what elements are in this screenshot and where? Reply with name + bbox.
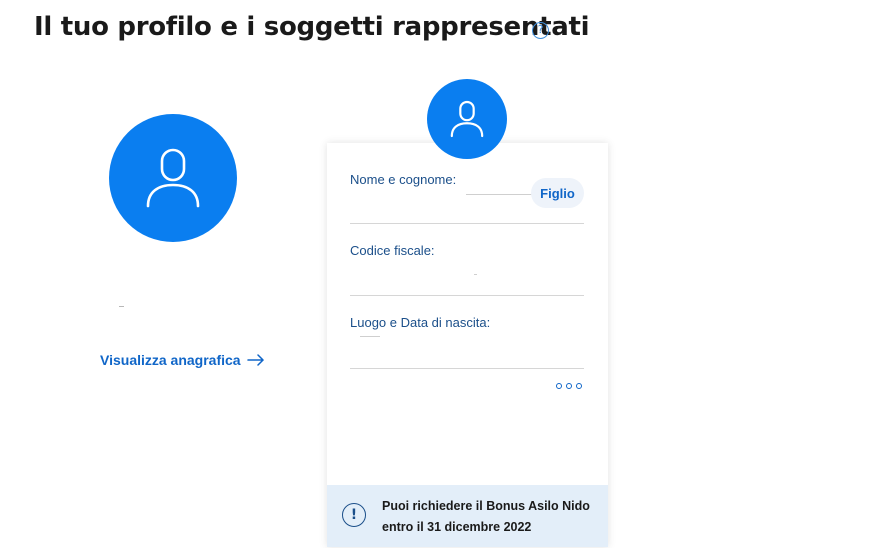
- dot: [566, 383, 572, 389]
- notice-text: Puoi richiedere il Bonus Asilo Nido entr…: [382, 496, 602, 538]
- profile-avatar: [109, 114, 237, 242]
- masked-value: [474, 274, 477, 275]
- represented-avatar: [427, 79, 507, 159]
- exclamation-circle-icon: !: [342, 503, 366, 527]
- field-tax-code: Codice fiscale:: [350, 224, 584, 296]
- user-icon: [146, 148, 200, 208]
- field-name-label: Nome e cognome:: [350, 172, 457, 187]
- masked-value: [360, 336, 380, 337]
- field-birth: Luogo e Data di nascita:: [350, 296, 584, 369]
- notice-line-2: entro il 31 dicembre 2022: [382, 520, 532, 534]
- view-anagrafica-label: Visualizza anagrafica: [100, 352, 241, 368]
- bonus-notice: ! Puoi richiedere il Bonus Asilo Nido en…: [327, 485, 608, 547]
- dot: [556, 383, 562, 389]
- field-tax-code-label: Codice fiscale:: [350, 243, 435, 258]
- notice-line-1: Puoi richiedere il Bonus Asilo Nido: [382, 499, 590, 513]
- field-birth-label: Luogo e Data di nascita:: [350, 315, 491, 330]
- arrow-right-icon: [246, 354, 264, 366]
- view-anagrafica-link[interactable]: Visualizza anagrafica: [100, 352, 265, 368]
- more-dots-icon[interactable]: [556, 383, 582, 389]
- user-icon: [450, 100, 484, 138]
- dot: [576, 383, 582, 389]
- masked-value: [466, 194, 538, 195]
- relationship-badge: Figlio: [531, 178, 584, 208]
- page-title: Il tuo profilo e i soggetti rappresentat…: [34, 12, 590, 42]
- masked-name: [119, 306, 124, 307]
- question-circle-icon[interactable]: ?: [532, 22, 549, 39]
